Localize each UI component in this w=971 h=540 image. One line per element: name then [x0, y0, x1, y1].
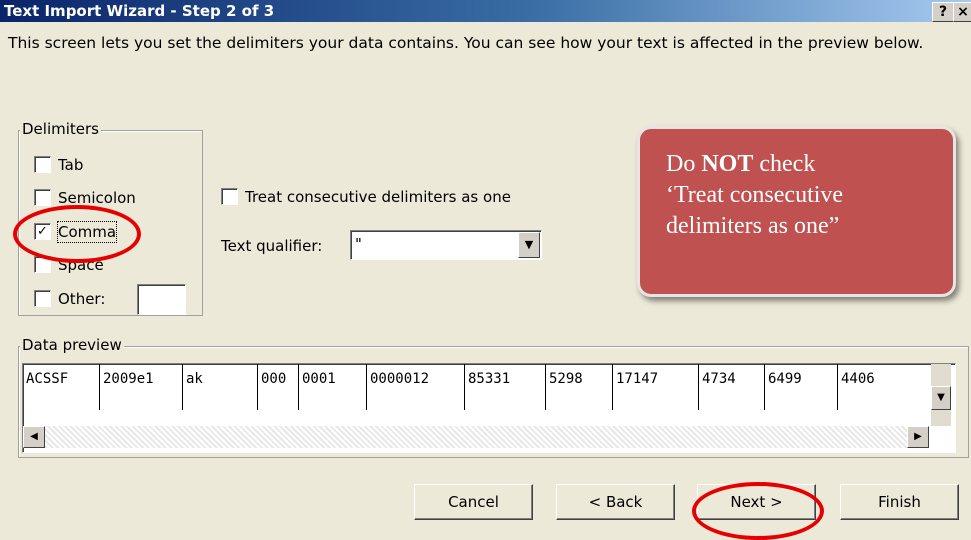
delimiters-group-label: Delimiters	[20, 120, 101, 138]
callout-bold: NOT	[701, 151, 754, 177]
tab-label: Tab	[58, 156, 84, 174]
horizontal-scrollbar[interactable]: ◀ ▶	[23, 426, 929, 448]
consecutive-checkbox[interactable]	[221, 188, 238, 205]
window-title: Text Import Wizard - Step 2 of 3	[4, 2, 275, 20]
callout-text: Do NOT check ‘Treat consecutive delimite…	[666, 149, 946, 242]
other-input[interactable]	[137, 284, 186, 315]
preview-cell: 5298	[545, 364, 612, 410]
consecutive-label: Treat consecutive delimiters as one	[245, 188, 511, 206]
preview-cell: 000	[257, 364, 298, 410]
scroll-right-arrow-icon[interactable]: ▶	[907, 426, 929, 448]
help-button[interactable]: ?	[932, 2, 954, 22]
callout-suffix: check	[753, 151, 816, 177]
chevron-down-icon[interactable]: ▼	[518, 232, 540, 258]
other-label: Other:	[58, 290, 106, 308]
finish-button[interactable]: Finish	[840, 484, 959, 520]
next-highlight-circle	[692, 482, 824, 540]
back-label: < Back	[588, 493, 643, 511]
data-preview-label: Data preview	[20, 336, 124, 354]
preview-row: ACSSF 2009e1 ak 000 0001 0000012 85331 5298 1714…	[23, 364, 929, 412]
other-checkbox[interactable]	[34, 290, 51, 307]
callout-line2: ‘Treat consecutive	[666, 182, 844, 208]
preview-cell: ACSSF	[26, 371, 69, 387]
callout-prefix: Do	[666, 151, 702, 177]
qualifier-select[interactable]: " ▼	[350, 230, 542, 260]
back-button[interactable]: < Back	[556, 484, 675, 520]
preview-cell: 6499	[764, 364, 837, 410]
preview-cell: 0001	[298, 364, 366, 410]
comma-highlight-circle	[13, 205, 141, 263]
preview-cell: ak	[182, 364, 257, 410]
cancel-button[interactable]: Cancel	[414, 484, 533, 520]
preview-cell: 4406	[837, 364, 929, 410]
scroll-left-arrow-icon[interactable]: ◀	[23, 426, 45, 448]
description-text: This screen lets you set the delimiters …	[8, 34, 924, 52]
close-button[interactable]: ×	[953, 2, 971, 22]
preview-cell: 85331	[464, 364, 545, 410]
semicolon-checkbox[interactable]	[34, 189, 51, 206]
scroll-down-arrow-icon[interactable]: ▼	[931, 386, 951, 410]
qualifier-value: "	[355, 235, 362, 253]
vertical-scrollbar[interactable]: ▼	[931, 364, 951, 426]
preview-cell: 0000012	[366, 364, 464, 410]
callout-line3: delimiters as one”	[666, 213, 840, 239]
preview-cell: 4734	[698, 364, 764, 410]
preview-cell: 2009e1	[99, 364, 182, 410]
tab-checkbox[interactable]	[34, 156, 51, 173]
qualifier-label: Text qualifier:	[221, 237, 323, 255]
callout-note: Do NOT check ‘Treat consecutive delimite…	[637, 126, 956, 297]
data-preview-grid[interactable]: ACSSF 2009e1 ak 000 0001 0000012 85331 5298 1714…	[22, 363, 956, 453]
title-bar: Text Import Wizard - Step 2 of 3 ? ×	[0, 0, 971, 22]
preview-cell: 17147	[612, 364, 698, 410]
